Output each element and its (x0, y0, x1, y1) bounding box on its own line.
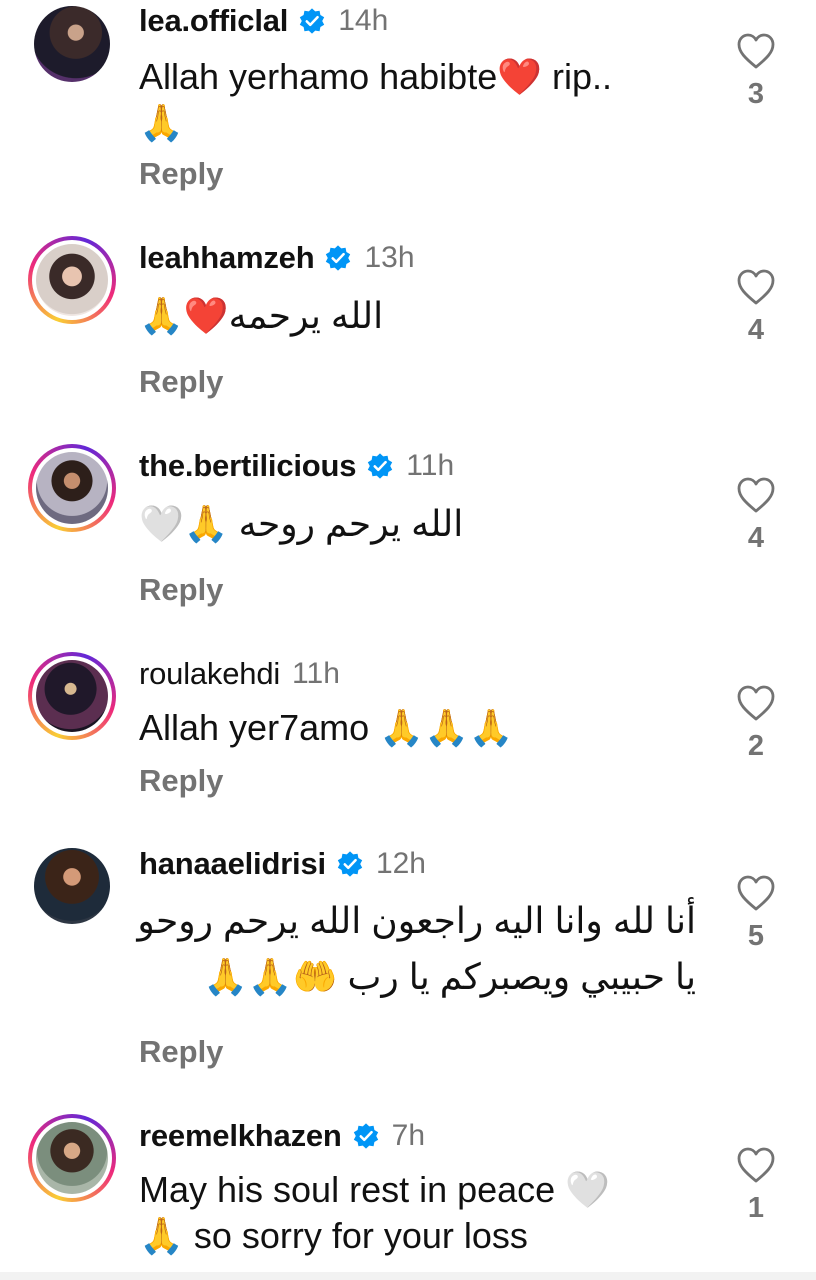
like-control: 4 (734, 268, 778, 347)
username-link[interactable]: hanaaelidrisi (139, 846, 326, 882)
comment-header: leahhamzeh 13h (139, 240, 415, 276)
comment-text: الله يرحمه❤️🙏 (139, 293, 383, 339)
username-link[interactable]: roulakehdi (139, 656, 280, 692)
verified-badge-icon (337, 851, 363, 877)
avatar[interactable] (28, 0, 116, 88)
like-count: 4 (747, 314, 765, 346)
username-link[interactable]: lea.officlal (139, 3, 288, 39)
avatar-image (36, 1122, 108, 1194)
avatar[interactable] (28, 1114, 116, 1202)
timestamp: 11h (292, 657, 340, 690)
verified-badge-icon (368, 453, 393, 479)
verified-badge-icon (326, 245, 351, 271)
like-control: 5 (734, 874, 778, 953)
timestamp: 11h (406, 449, 455, 482)
comment-line: Allah yer7amo 🙏🙏🙏 (139, 707, 514, 748)
comment-line: 🙏 (139, 102, 184, 143)
comment-line: الله يرحم روحه 🙏🤍 (139, 503, 464, 544)
like-control: 2 (734, 684, 778, 763)
comment-text: الله يرحم روحه 🙏🤍 (139, 501, 463, 547)
reply-button[interactable]: Reply (139, 156, 223, 192)
avatar[interactable] (28, 444, 116, 532)
bottom-edge (0, 1272, 816, 1280)
comment-header: lea.officlal 14h (139, 3, 389, 39)
heart-icon[interactable] (736, 476, 776, 514)
timestamp: 12h (375, 847, 426, 880)
like-count: 2 (747, 730, 765, 762)
like-count: 5 (747, 920, 765, 952)
comment-line: Allah yerhamo habibte❤️ rip.. (139, 56, 613, 97)
reply-button[interactable]: Reply (139, 364, 223, 400)
heart-icon[interactable] (736, 874, 776, 912)
avatar[interactable] (28, 236, 116, 324)
timestamp: 13h (364, 241, 415, 274)
reply-button[interactable]: Reply (139, 572, 223, 608)
like-control: 4 (734, 476, 778, 555)
comment-line: 🙏 so sorry for your loss (139, 1215, 528, 1256)
comment-header: roulakehdi 11h (139, 656, 340, 692)
comment-line: أنا لله وانا اليه راجعون الله يرحم روحو (137, 900, 696, 941)
heart-icon[interactable] (736, 268, 776, 306)
avatar-image (34, 848, 110, 924)
comment-text: May his soul rest in peace 🤍 🙏 so sorry … (139, 1167, 610, 1259)
reply-button[interactable]: Reply (139, 763, 223, 799)
heart-icon[interactable] (736, 684, 776, 722)
username-link[interactable]: leahhamzeh (139, 240, 315, 276)
timestamp: 14h (338, 4, 389, 37)
avatar[interactable] (28, 652, 116, 740)
comments-list: lea.officlal 14h Allah yerhamo habibte❤️… (0, 0, 816, 1280)
avatar-image (36, 452, 108, 524)
like-control: 3 (734, 32, 778, 111)
comment-line: May his soul rest in peace 🤍 (139, 1169, 611, 1210)
heart-icon[interactable] (736, 1146, 776, 1184)
like-control: 1 (734, 1146, 778, 1225)
comment-line: يا حبيبي ويصبركم يا رب 🤲🙏🙏 (202, 956, 696, 997)
like-count: 1 (747, 1192, 765, 1224)
avatar-image (36, 660, 108, 732)
comment-header: hanaaelidrisi 12h (139, 846, 426, 882)
username-link[interactable]: reemelkhazen (139, 1118, 342, 1154)
comment-line: الله يرحمه❤️🙏 (139, 295, 384, 336)
comment-text: Allah yerhamo habibte❤️ rip.. 🙏 (139, 54, 612, 146)
avatar[interactable] (28, 842, 116, 930)
comment-header: the.bertilicious 11h (139, 448, 455, 484)
like-count: 4 (747, 522, 765, 554)
comment-text: Allah yer7amo 🙏🙏🙏 (139, 705, 514, 751)
username-link[interactable]: the.bertilicious (139, 448, 356, 484)
heart-icon[interactable] (736, 32, 776, 70)
avatar-image (34, 6, 110, 82)
comment-header: reemelkhazen 7h (139, 1118, 426, 1154)
avatar-image (36, 244, 108, 316)
like-count: 3 (747, 78, 765, 110)
verified-badge-icon (300, 8, 325, 34)
timestamp: 7h (391, 1119, 426, 1152)
reply-button[interactable]: Reply (139, 1034, 223, 1070)
comment-text: أنا لله وانا اليه راجعون الله يرحم روحو … (137, 898, 696, 1000)
verified-badge-icon (353, 1123, 378, 1149)
